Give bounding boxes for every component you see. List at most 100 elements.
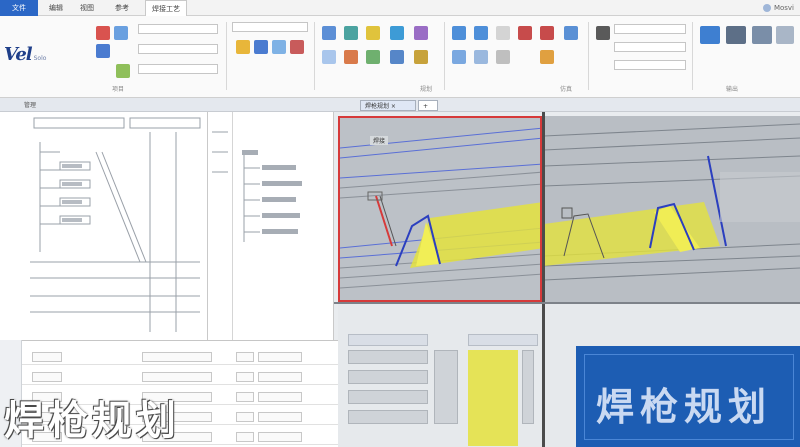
tree-panel (0, 112, 208, 340)
tab-edit[interactable]: 编辑 (42, 0, 70, 16)
grid-cell[interactable] (258, 352, 302, 362)
parameter-cell[interactable] (348, 390, 428, 404)
grid-cell[interactable] (32, 352, 62, 362)
document-tab-row: 管理 焊枪规划 × + (0, 98, 800, 112)
path-icon[interactable] (272, 40, 286, 54)
account-area[interactable]: Mosvi (762, 0, 794, 16)
grid-cell[interactable] (258, 372, 302, 382)
parameter-cell[interactable] (348, 410, 428, 424)
highlight-column (468, 350, 518, 446)
project-icon[interactable] (96, 26, 110, 40)
dropdown-6[interactable] (614, 42, 686, 52)
pane-splitter[interactable] (334, 302, 800, 304)
stop-icon[interactable] (496, 26, 510, 40)
3d-viewport-left[interactable]: 焊接 (338, 116, 542, 302)
grid-cell[interactable] (258, 392, 302, 402)
ribbon-tab-bar: 文件 编辑 视图 参考 焊接工艺 Mosvi (0, 0, 800, 16)
parameter-cell[interactable] (348, 370, 428, 384)
collision-icon[interactable] (540, 26, 554, 40)
move-icon[interactable] (322, 50, 336, 64)
parameter-cell[interactable] (434, 350, 458, 424)
grid-cell[interactable] (236, 372, 254, 382)
reach-icon[interactable] (564, 26, 578, 40)
grid-cell[interactable] (142, 372, 212, 382)
warn-icon[interactable] (540, 50, 554, 64)
ribbon-separator (314, 22, 315, 90)
scroll-track[interactable] (522, 350, 534, 424)
grid-cell[interactable] (236, 352, 254, 362)
pane-splitter[interactable] (542, 112, 545, 447)
pause-icon[interactable] (474, 50, 488, 64)
parameter-cell[interactable] (348, 350, 428, 364)
model-icon[interactable] (114, 26, 128, 40)
add-icon[interactable] (116, 64, 130, 78)
tree-header-label: 管理 (24, 102, 37, 109)
dropdown-2[interactable] (138, 44, 218, 54)
grid-cell[interactable] (236, 412, 254, 422)
sphere-icon[interactable] (390, 26, 404, 40)
dropdown-3[interactable] (138, 64, 218, 74)
ribbon-separator (692, 22, 693, 90)
dropdown-4[interactable] (232, 22, 308, 32)
table-row (22, 349, 338, 365)
group-caption-project: 项目 (112, 86, 125, 93)
dropdown-7[interactable] (614, 60, 686, 70)
grid-icon[interactable] (752, 26, 772, 44)
grid-cell[interactable] (142, 352, 212, 362)
3d-viewport-right[interactable] (544, 116, 800, 302)
grid-cell[interactable] (236, 392, 254, 402)
reset-icon[interactable] (496, 50, 510, 64)
column-divider (232, 112, 233, 340)
tab-file[interactable]: 文件 (0, 0, 38, 16)
rotate-icon[interactable] (344, 50, 358, 64)
sim-icon[interactable] (452, 26, 466, 40)
ribbon-separator (588, 22, 589, 90)
weld-icon[interactable] (236, 40, 250, 54)
record-icon[interactable] (518, 26, 532, 40)
check-icon[interactable] (290, 40, 304, 54)
gun-icon[interactable] (254, 40, 268, 54)
table-row (22, 369, 338, 385)
account-name: Mosvi (773, 4, 794, 12)
robot-icon[interactable] (344, 26, 358, 40)
step-icon[interactable] (452, 50, 466, 64)
monitor-icon[interactable] (700, 26, 720, 44)
ribbon-separator (226, 22, 227, 90)
screen-icon[interactable] (726, 26, 746, 44)
user-icon (762, 4, 771, 12)
grid-cell[interactable] (236, 432, 254, 442)
viewport-geometry-right (544, 116, 800, 302)
dropdown-1[interactable] (138, 24, 218, 34)
torch-icon[interactable] (366, 26, 380, 40)
brand-logo: Vel Solo (4, 44, 90, 66)
dropdown-5[interactable] (614, 24, 686, 34)
more-icon[interactable] (776, 26, 794, 44)
open-icon[interactable] (96, 44, 110, 58)
layer-icon[interactable] (414, 26, 428, 40)
tree-lines (30, 117, 201, 332)
object-tree-lines (212, 131, 302, 242)
ribbon: Vel Solo 项目 规划 仿真 输出 (0, 16, 800, 98)
play-icon[interactable] (474, 26, 488, 40)
grid-cell[interactable] (258, 432, 302, 442)
brand-sub: Solo (33, 55, 47, 62)
document-tab-active[interactable]: 焊枪规划 × (360, 100, 416, 111)
export-icon[interactable] (596, 26, 610, 40)
brand-mark: Vel (4, 44, 33, 65)
document-tab-add[interactable]: + (418, 100, 438, 111)
grid-cell[interactable] (258, 412, 302, 422)
group-caption-sim: 仿真 (560, 86, 573, 93)
group-caption-plan: 规划 (420, 86, 433, 93)
tab-view[interactable]: 视图 (74, 0, 100, 16)
viewport-caption: 焊接 (370, 136, 389, 145)
video-caption: 焊枪规划 (4, 398, 180, 444)
align-icon[interactable] (366, 50, 380, 64)
group-caption-output: 输出 (726, 86, 739, 93)
snap-icon[interactable] (414, 50, 428, 64)
plan-icon[interactable] (322, 26, 336, 40)
tab-reference[interactable]: 参考 (102, 0, 142, 16)
grid-cell[interactable] (32, 372, 62, 382)
column-header (348, 334, 428, 346)
frame-icon[interactable] (390, 50, 404, 64)
tab-welding-process[interactable]: 焊接工艺 (145, 0, 187, 16)
